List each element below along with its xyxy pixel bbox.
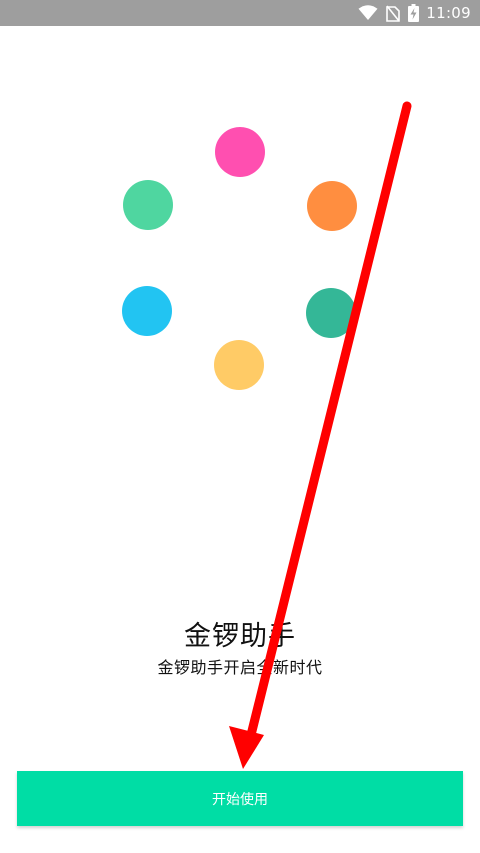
pink-dot	[215, 127, 265, 177]
orange-dot	[307, 181, 357, 231]
green-dot	[123, 180, 173, 230]
start-button[interactable]: 开始使用	[17, 771, 463, 826]
yellow-dot	[214, 340, 264, 390]
arrow-head	[229, 726, 264, 769]
app-screen: 11:09 金锣助手 金锣助手开启全新时代 开始使用	[0, 0, 480, 853]
app-subtitle: 金锣助手开启全新时代	[157, 658, 323, 677]
blue-dot	[122, 286, 172, 336]
logo-dots	[0, 0, 480, 400]
teal-dot	[306, 288, 356, 338]
app-title: 金锣助手	[184, 621, 296, 652]
